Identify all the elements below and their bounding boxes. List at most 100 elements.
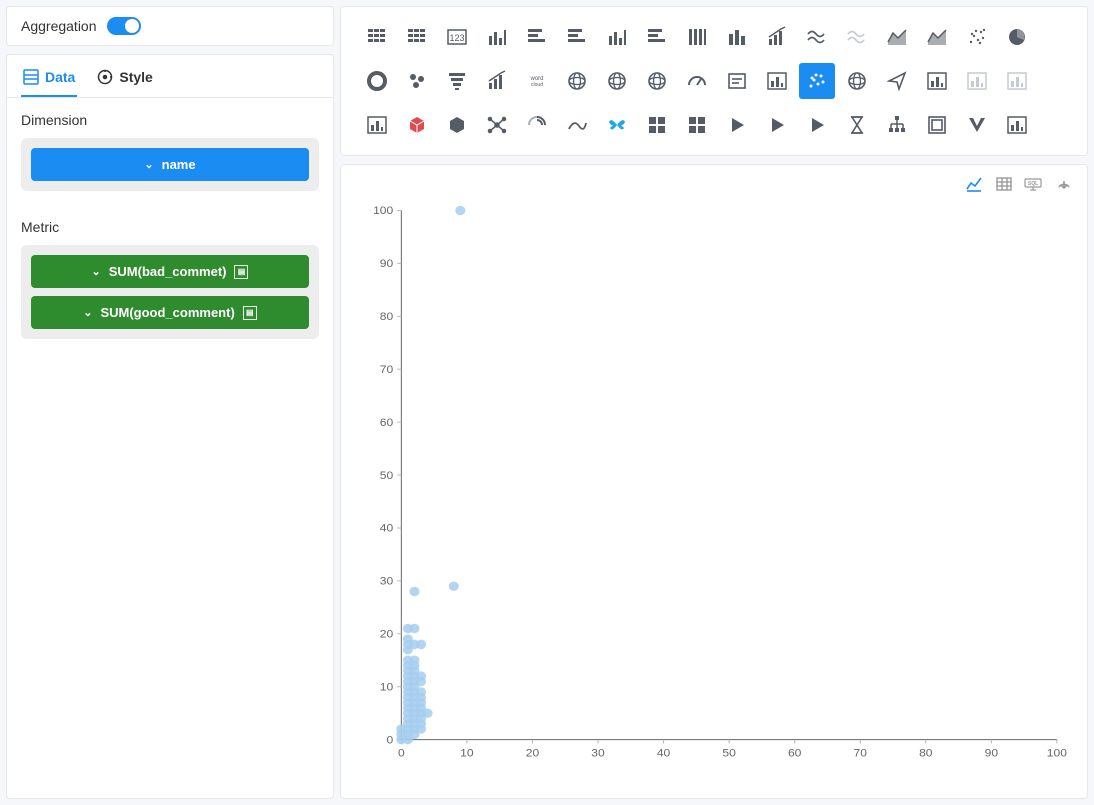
dimension-chip-label: name	[162, 157, 196, 172]
svg-text:50: 50	[380, 469, 394, 482]
metric-chip-bad-label: SUM(bad_commet)	[109, 264, 227, 279]
svg-text:20: 20	[526, 747, 540, 760]
viz-barup2-icon[interactable]	[479, 63, 515, 99]
aggregation-toggle[interactable]	[107, 17, 141, 35]
svg-text:90: 90	[985, 747, 999, 760]
viz-hex-icon[interactable]	[439, 107, 475, 143]
svg-text:100: 100	[1047, 747, 1067, 760]
svg-text:70: 70	[380, 363, 394, 376]
viz-pivot2-icon[interactable]	[399, 19, 435, 55]
viz-barh2-icon[interactable]	[559, 19, 595, 55]
viz-play2-icon[interactable]	[759, 107, 795, 143]
svg-text:70: 70	[854, 747, 868, 760]
scatter-plot[interactable]: 0102030405060708090100010203040506070809…	[361, 201, 1067, 768]
abc-icon: ▤	[243, 306, 257, 320]
style-tab-icon	[97, 69, 113, 85]
chevron-down-icon: ⌄	[83, 306, 92, 319]
metric-chip-good[interactable]: ⌄ SUM(good_comment) ▤	[31, 296, 309, 329]
metric-chip-bad[interactable]: ⌄ SUM(bad_commet) ▤	[31, 255, 309, 288]
svg-text:SQL: SQL	[1028, 181, 1038, 187]
viz-barbox6-icon[interactable]	[999, 107, 1035, 143]
chevron-down-icon: ⌄	[92, 265, 101, 278]
svg-text:30: 30	[380, 575, 394, 588]
viz-scatter-icon[interactable]	[799, 63, 835, 99]
metric-box: ⌄ SUM(bad_commet) ▤ ⌄ SUM(good_comment) …	[21, 245, 319, 339]
svg-text:40: 40	[380, 522, 394, 535]
viz-cube-icon[interactable]	[399, 107, 435, 143]
tool-table-view-icon[interactable]	[993, 173, 1015, 195]
svg-text:10: 10	[380, 681, 394, 694]
tool-chart-view-icon[interactable]	[963, 173, 985, 195]
viz-frame-icon[interactable]	[919, 107, 955, 143]
viz-globe3-icon[interactable]	[639, 63, 675, 99]
svg-text:80: 80	[919, 747, 933, 760]
viz-bar3d-icon[interactable]	[719, 19, 755, 55]
dimension-label: Dimension	[21, 112, 319, 128]
svg-text:cloud: cloud	[531, 82, 543, 88]
viz-grid2-icon[interactable]	[679, 107, 715, 143]
viz-cluster-icon[interactable]	[399, 63, 435, 99]
viz-area2-icon[interactable]	[919, 19, 955, 55]
tool-sql-icon[interactable]: SQL	[1023, 173, 1045, 195]
svg-text:30: 30	[591, 747, 605, 760]
viz-barh3-icon[interactable]	[639, 19, 675, 55]
viz-num-icon[interactable]: 123	[439, 19, 475, 55]
config-panel: Data Style Dimension ⌄ name Metric	[6, 54, 334, 799]
viz-v-icon[interactable]	[959, 107, 995, 143]
viz-barbox-icon[interactable]	[759, 63, 795, 99]
viz-play-icon[interactable]	[719, 107, 755, 143]
metric-chip-good-label: SUM(good_comment)	[100, 305, 234, 320]
tab-style[interactable]: Style	[95, 55, 154, 97]
svg-text:40: 40	[657, 747, 671, 760]
chart-panel: SQL 010203040506070809010001020304050607…	[340, 164, 1088, 799]
viz-funnel-icon[interactable]	[439, 63, 475, 99]
tab-data-label: Data	[45, 69, 75, 85]
viz-pivot-icon[interactable]	[359, 19, 395, 55]
data-tab-icon	[23, 69, 39, 85]
viz-area-icon[interactable]	[879, 19, 915, 55]
metric-section: Metric ⌄ SUM(bad_commet) ▤ ⌄ SUM(good_co…	[7, 205, 333, 353]
viz-butterfly-icon[interactable]	[599, 107, 635, 143]
metric-label: Metric	[21, 219, 319, 235]
viz-barh-icon[interactable]	[519, 19, 555, 55]
viz-wave-icon[interactable]	[799, 19, 835, 55]
svg-text:50: 50	[722, 747, 736, 760]
viz-globe2-icon[interactable]	[599, 63, 635, 99]
viz-tree-icon[interactable]	[879, 107, 915, 143]
tab-data[interactable]: Data	[21, 55, 77, 97]
svg-text:0: 0	[398, 747, 405, 760]
abc-icon: ▤	[234, 265, 248, 279]
svg-text:100: 100	[373, 205, 394, 218]
viz-gauge-icon[interactable]	[679, 63, 715, 99]
svg-text:20: 20	[380, 628, 394, 641]
viz-network-icon[interactable]	[479, 107, 515, 143]
viz-play3-icon[interactable]	[799, 107, 835, 143]
viz-globe-icon[interactable]	[559, 63, 595, 99]
viz-barv-icon[interactable]	[479, 19, 515, 55]
svg-text:0: 0	[387, 734, 394, 747]
viz-wave2-icon[interactable]	[839, 19, 875, 55]
viz-hourglass-icon[interactable]	[839, 107, 875, 143]
svg-text:123: 123	[449, 33, 464, 43]
viz-barbox4-icon[interactable]	[999, 63, 1035, 99]
viz-card-icon[interactable]	[719, 63, 755, 99]
viz-bars-icon[interactable]	[679, 19, 715, 55]
viz-globe4-icon[interactable]	[839, 63, 875, 99]
viz-pie-icon[interactable]	[999, 19, 1035, 55]
tool-download-icon[interactable]	[1053, 173, 1075, 195]
svg-text:90: 90	[380, 257, 394, 270]
viz-barbox5-icon[interactable]	[359, 107, 395, 143]
viz-barv2-icon[interactable]	[599, 19, 635, 55]
viz-scatter2-icon[interactable]	[959, 19, 995, 55]
viz-paperplane-icon[interactable]	[879, 63, 915, 99]
viz-donut-icon[interactable]	[359, 63, 395, 99]
viz-barup-icon[interactable]	[759, 19, 795, 55]
viz-barbox3-icon[interactable]	[959, 63, 995, 99]
viz-grid-icon[interactable]	[639, 107, 675, 143]
viz-radial-icon[interactable]	[519, 107, 555, 143]
viz-barbox2-icon[interactable]	[919, 63, 955, 99]
viz-curve-icon[interactable]	[559, 107, 595, 143]
dimension-chip-name[interactable]: ⌄ name	[31, 148, 309, 181]
aggregation-label: Aggregation	[21, 18, 97, 34]
viz-wordcloud-icon[interactable]: wordcloud	[519, 63, 555, 99]
